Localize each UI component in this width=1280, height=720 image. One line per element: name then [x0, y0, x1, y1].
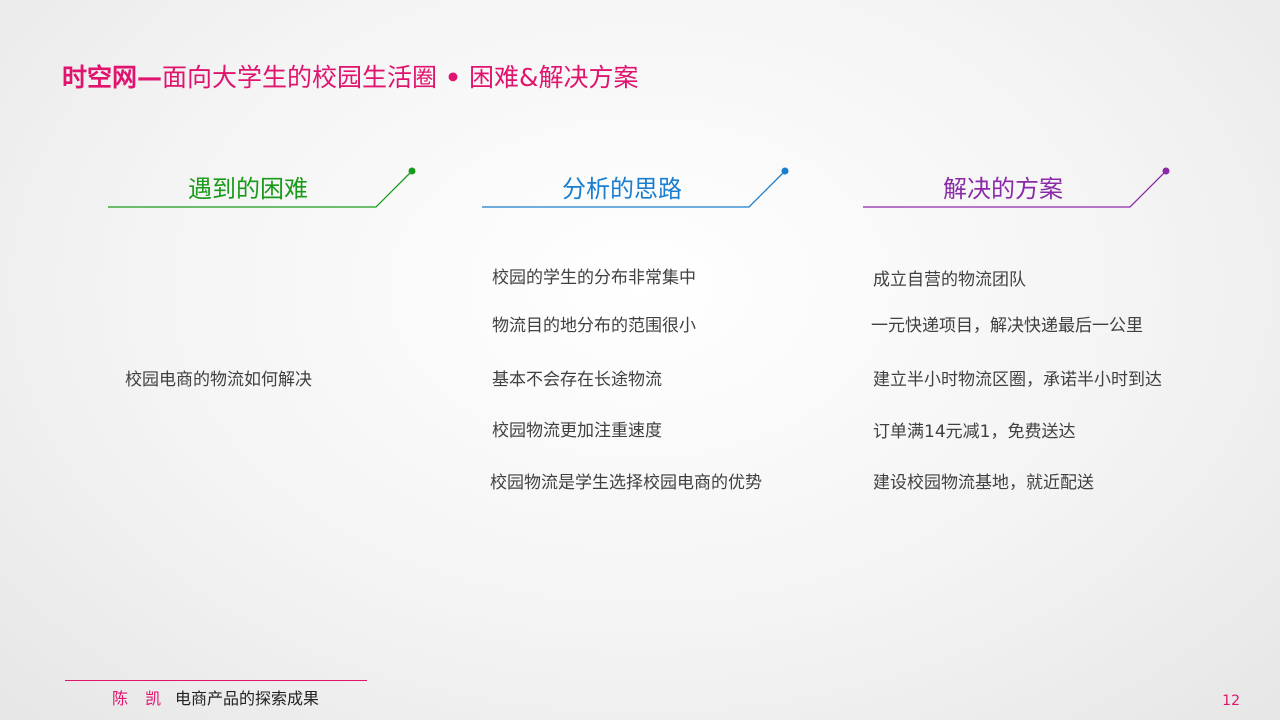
solution-item: 订单满14元减1，免费送达 [873, 422, 1076, 442]
title-subtitle: 面向大学生的校园生活圈 [162, 63, 438, 92]
underline-dot [408, 167, 416, 175]
analysis-item: 校园物流是学生选择校园电商的优势 [490, 473, 762, 493]
column-header-analysis: 分析的思路 [482, 160, 802, 230]
column-heading-solution: 解决的方案 [943, 175, 1063, 203]
underline-dot [1162, 167, 1170, 175]
title-separator: • [445, 63, 462, 92]
solution-item: 建设校园物流基地，就近配送 [873, 473, 1094, 493]
column-heading-analysis: 分析的思路 [562, 175, 682, 203]
underline-dot [781, 167, 789, 175]
difficulty-item: 校园电商的物流如何解决 [125, 370, 312, 390]
solution-item: 一元快递项目，解决快递最后一公里 [871, 316, 1143, 336]
column-header-difficulty: 遇到的困难 [108, 160, 428, 230]
analysis-item: 物流目的地分布的范围很小 [492, 316, 696, 336]
column-header-solution: 解决的方案 [863, 160, 1183, 230]
analysis-item: 校园物流更加注重速度 [492, 421, 662, 441]
analysis-item: 校园的学生的分布非常集中 [492, 268, 696, 288]
title-section: 困难&解决方案 [469, 63, 639, 92]
column-heading-difficulty: 遇到的困难 [188, 175, 308, 203]
page-number: 12 [1222, 693, 1240, 709]
footer-divider [65, 680, 367, 681]
footer-subtitle: 电商产品的探索成果 [175, 689, 320, 708]
slide-title: 时空网—面向大学生的校园生活圈 • 困难&解决方案 [62, 60, 639, 96]
footer-author: 陈 凯 [112, 689, 168, 708]
slide: 时空网—面向大学生的校园生活圈 • 困难&解决方案 遇到的困难 分析的思路 解决的方… [0, 0, 1280, 720]
solution-item: 成立自营的物流团队 [873, 270, 1026, 290]
title-dash: — [137, 63, 163, 92]
title-brand: 时空网 [62, 63, 138, 92]
analysis-item: 基本不会存在长途物流 [492, 370, 662, 390]
solution-item: 建立半小时物流区圈，承诺半小时到达 [873, 370, 1162, 390]
